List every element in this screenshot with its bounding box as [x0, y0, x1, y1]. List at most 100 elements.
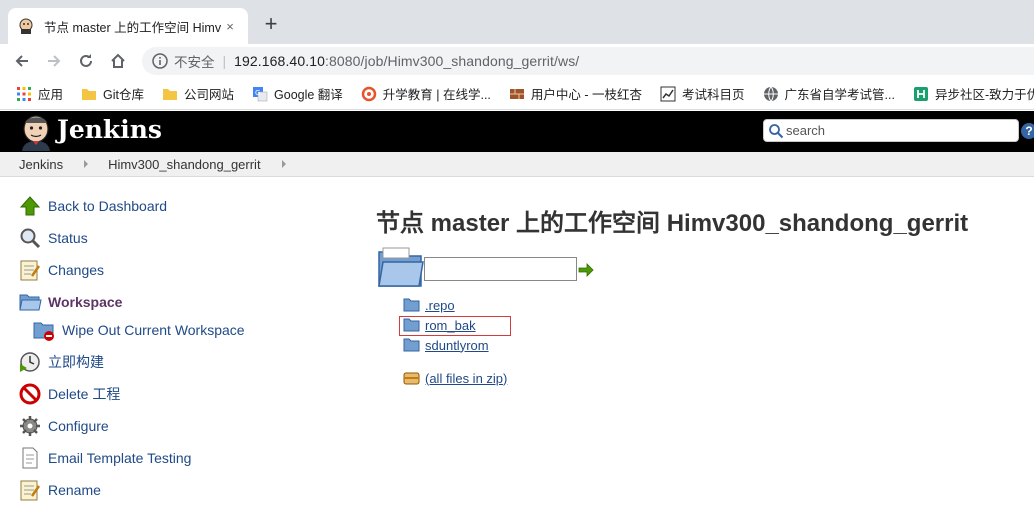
task-label[interactable]: Wipe Out Current Workspace [62, 322, 245, 338]
task-workspace[interactable]: Workspace [18, 290, 122, 314]
gear-icon [20, 416, 40, 436]
omnibox-divider: | [222, 53, 227, 69]
url-host: 192.168.40.10 [234, 53, 325, 69]
task-label[interactable]: Configure [48, 418, 109, 434]
bookmarks-bar: 应用 Git仓库 公司网站 G Google 翻译 升学教育 | 在线学... … [0, 78, 1034, 110]
task-wipe-out-workspace[interactable]: Wipe Out Current Workspace [32, 318, 245, 342]
task-email-template-testing[interactable]: Email Template Testing [18, 446, 191, 470]
file-link[interactable]: .repo [425, 298, 455, 313]
search-icon [769, 123, 784, 138]
bookmark-folder-icon [163, 88, 177, 100]
task-delete-project[interactable]: Delete 工程 [18, 382, 120, 406]
task-label[interactable]: Back to Dashboard [48, 198, 167, 214]
task-label[interactable]: Rename [48, 482, 101, 498]
bookmark-label: 异步社区-致力于优 [934, 88, 1034, 102]
go-arrow-icon[interactable] [578, 262, 594, 278]
task-changes[interactable]: Changes [18, 258, 104, 282]
svg-text:G: G [255, 89, 260, 97]
jenkins-title[interactable]: Jenkins [57, 115, 162, 144]
bookmark-label: 用户中心 - 一枝红杏 [530, 88, 643, 102]
bookmark-user-center[interactable]: 用户中心 - 一枝红杏 [509, 84, 642, 103]
bookmark-google-translate[interactable]: G Google 翻译 [252, 84, 343, 103]
tab-title: 节点 master 上的工作空间 Himv [44, 20, 222, 35]
jenkins-logo-icon[interactable] [18, 113, 54, 151]
new-tab-button[interactable]: + [260, 13, 282, 35]
bookmark-async-community[interactable]: 异步社区-致力于优 [913, 84, 1034, 103]
folder-icon [403, 298, 420, 312]
apps-grid-icon [17, 86, 31, 101]
breadcrumb-project[interactable]: Himv300_shandong_gerrit [108, 157, 260, 172]
folder-icon [403, 338, 420, 352]
task-label[interactable]: Email Template Testing [48, 450, 191, 466]
task-back-to-dashboard[interactable]: Back to Dashboard [18, 194, 167, 218]
zip-link[interactable]: (all files in zip) [425, 371, 507, 386]
package-icon [403, 372, 420, 385]
chart-icon [660, 86, 676, 101]
browser-tab[interactable]: 节点 master 上的工作空间 Himv × [8, 8, 248, 44]
bookmark-label: Google 翻译 [274, 88, 343, 102]
up-arrow-icon [19, 196, 41, 216]
list-item-all-files-zip[interactable]: (all files in zip) [403, 369, 507, 387]
bookmark-education[interactable]: 升学教育 | 在线学... [361, 84, 491, 103]
jenkins-header: Jenkins ? [0, 111, 1034, 152]
task-rename[interactable]: Rename [18, 478, 101, 502]
list-item-repo[interactable]: .repo [403, 296, 455, 314]
bookmark-label: 公司网站 [184, 88, 235, 102]
warning-info-icon [152, 53, 168, 69]
url-path: :8080/job/Himv300_shandong_gerrit/ws/ [324, 53, 580, 69]
search-input[interactable] [786, 123, 1006, 138]
folder-open-icon [378, 247, 424, 287]
breadcrumb: Jenkins Himv300_shandong_gerrit [0, 152, 1034, 177]
task-configure[interactable]: Configure [18, 414, 109, 438]
home-button[interactable] [102, 46, 134, 76]
jenkins-search-box [763, 119, 1019, 142]
reload-icon [80, 54, 92, 67]
bookmark-git[interactable]: Git仓库 [81, 84, 144, 103]
globe-icon [763, 86, 778, 101]
breadcrumb-jenkins[interactable]: Jenkins [19, 157, 63, 172]
breadcrumb-arrow-icon[interactable] [281, 160, 286, 168]
bookmark-label: Git仓库 [103, 88, 144, 102]
bookmark-label: 升学教育 | 在线学... [382, 88, 491, 102]
task-label[interactable]: 立即构建 [48, 352, 104, 372]
notepad-icon [20, 260, 41, 281]
jenkins-favicon-icon [19, 18, 33, 34]
tab-close-icon[interactable]: × [222, 19, 238, 34]
forward-button[interactable] [38, 46, 70, 76]
security-label: 不安全 [174, 55, 215, 70]
task-status[interactable]: Status [18, 226, 88, 250]
bookmark-apps[interactable]: 应用 [16, 84, 63, 103]
folder-delete-icon [33, 322, 54, 341]
task-label[interactable]: Delete 工程 [48, 384, 120, 404]
google-translate-icon: G [253, 86, 268, 101]
bookmark-guangdong-exam[interactable]: 广东省自学考试管... [763, 84, 895, 103]
bookmark-exam-subjects[interactable]: 考试科目页 [660, 84, 745, 103]
list-item-sduntlyrom[interactable]: sduntlyrom [403, 336, 489, 354]
home-icon [111, 53, 125, 68]
reload-button[interactable] [70, 46, 102, 76]
no-entry-icon [19, 383, 41, 405]
folder-open-icon [19, 294, 42, 311]
magnifier-icon [20, 228, 41, 249]
url-text: 192.168.40.10:8080/job/Himv300_shandong_… [234, 53, 579, 69]
clock-play-icon [20, 352, 40, 372]
task-build-now[interactable]: 立即构建 [18, 350, 104, 374]
address-bar[interactable]: 不安全 | 192.168.40.10:8080/job/Himv300_sha… [142, 47, 1034, 75]
back-button[interactable] [6, 46, 38, 76]
arrow-right-icon [48, 55, 61, 67]
bookmark-company[interactable]: 公司网站 [162, 84, 234, 103]
breadcrumb-arrow-icon[interactable] [84, 160, 89, 168]
file-link[interactable]: sduntlyrom [425, 338, 489, 353]
task-label[interactable]: Status [48, 230, 88, 246]
task-label[interactable]: Workspace [48, 294, 122, 310]
browser-tab-strip: 节点 master 上的工作空间 Himv × + [0, 0, 1034, 44]
task-label[interactable]: Changes [48, 262, 104, 278]
annotation-highlight-box [399, 316, 511, 336]
brick-icon [509, 88, 524, 99]
workspace-path-input[interactable] [424, 257, 577, 281]
arrow-left-icon [15, 55, 28, 67]
community-icon [913, 86, 928, 101]
bookmark-folder-icon [82, 88, 97, 100]
bookmark-label: 广东省自学考试管... [784, 88, 895, 102]
help-icon[interactable]: ? [1021, 123, 1034, 139]
